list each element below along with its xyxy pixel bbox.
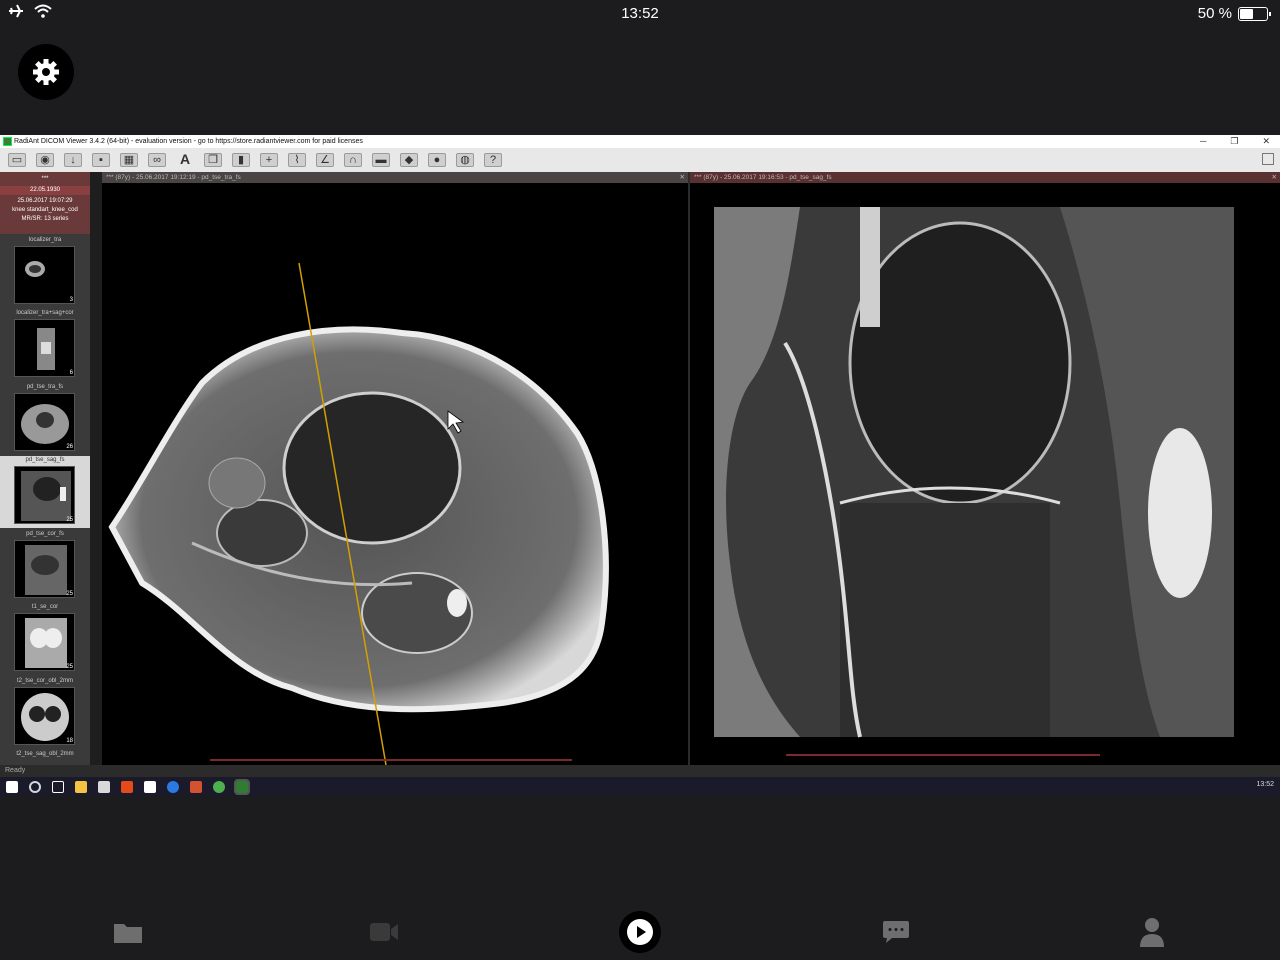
folder-icon <box>114 924 142 943</box>
chat-icon <box>883 921 909 943</box>
fusion-icon[interactable]: ◍ <box>456 153 474 167</box>
copy-icon[interactable]: ❐ <box>204 153 222 167</box>
patient-info: *** 22.05.1930 25.06.2017 19:07:29 knee … <box>0 172 90 234</box>
video-icon <box>370 923 398 941</box>
screen: 13:52 50 % RadiAnt DICOM Viewer 3.4.2 (6… <box>0 0 1280 960</box>
tab-bar <box>0 900 1280 960</box>
layout-icon[interactable]: ▦ <box>120 153 138 167</box>
export-icon[interactable]: ▬ <box>372 153 390 167</box>
series-thumbnail <box>14 393 75 451</box>
status-time: 13:52 <box>621 5 659 22</box>
viewport-header: *** (87y) - 25.06.2017 19:12:19 - pd_tse… <box>102 172 688 183</box>
remote-desktop[interactable]: RadiAnt DICOM Viewer 3.4.2 (64-bit) - ev… <box>0 135 1280 796</box>
maximize-button[interactable]: ❐ <box>1230 135 1238 148</box>
cube-icon[interactable]: ◆ <box>400 153 418 167</box>
series-sidebar: *** 22.05.1930 25.06.2017 19:07:29 knee … <box>0 172 90 772</box>
series-thumbnail <box>14 613 75 671</box>
patient-name: *** <box>41 176 49 182</box>
series-thumbnail <box>14 246 75 304</box>
status-bar: 13:52 50 % <box>0 0 1280 28</box>
filter-icon[interactable]: ∩ <box>344 153 362 167</box>
radiant-app-icon <box>3 137 12 146</box>
store-icon[interactable] <box>98 780 110 793</box>
series-item[interactable]: pd_tse_tra_fs 26 <box>0 383 90 455</box>
series-thumbnail <box>14 466 75 524</box>
series-item[interactable]: pd_tse_cor_fs 25 <box>0 530 90 602</box>
task-view-icon[interactable] <box>52 780 64 793</box>
study-description: knee standart_knee_cod <box>12 207 78 213</box>
settings-button[interactable] <box>18 44 74 100</box>
windows-taskbar: 13:52 <box>0 777 1280 796</box>
fullscreen-icon[interactable] <box>1262 153 1274 165</box>
help-icon[interactable]: ? <box>484 153 502 167</box>
document-icon[interactable] <box>144 780 156 793</box>
battery-percent: 50 % <box>1197 5 1232 22</box>
cd-icon[interactable]: ◉ <box>36 153 54 167</box>
sidebar-scrollbar[interactable] <box>90 172 102 772</box>
window-title: RadiAnt DICOM Viewer 3.4.2 (64-bit) - ev… <box>14 138 363 145</box>
close-button[interactable]: ✕ <box>1262 135 1270 148</box>
viewport-header: *** (87y) - 25.06.2017 19:16:53 - pd_tse… <box>690 172 1280 183</box>
study-date: 25.06.2017 19:07:29 <box>17 198 73 204</box>
profile-icon <box>1140 918 1164 947</box>
series-item[interactable]: t2_tse_cor_obl_2mm 18 <box>0 677 90 749</box>
series-item[interactable]: t1_se_cor 25 <box>0 603 90 675</box>
tab-play[interactable] <box>618 910 662 954</box>
viewport-close-button[interactable]: ✕ <box>680 172 685 183</box>
tab-video[interactable] <box>364 914 404 950</box>
ruler-icon[interactable]: ⌇ <box>288 153 306 167</box>
text-icon[interactable]: A <box>176 152 194 167</box>
file-explorer-icon[interactable] <box>75 780 87 793</box>
minimize-button[interactable]: ─ <box>1200 135 1206 148</box>
viewport-close-button[interactable]: ✕ <box>1272 172 1277 183</box>
save-icon[interactable]: ▪ <box>92 153 110 167</box>
mri-sagittal-image <box>714 207 1234 756</box>
series-item[interactable]: localizer_tra+sag+cor 6 <box>0 309 90 381</box>
taskbar-clock: 13:52 <box>1256 781 1274 788</box>
radiant-taskbar-icon[interactable] <box>234 778 250 795</box>
series-item[interactable]: localizer_tra 3 <box>0 236 90 308</box>
toolbar: ▭ ◉ ↓ ▪ ▦ ∞ A ❐ ▮ + ⌇ ∠ ∩ ▬ ◆ ● ◍ ? <box>0 148 1280 172</box>
color-icon[interactable]: ● <box>428 153 446 167</box>
tab-chat[interactable] <box>876 914 916 950</box>
status-line: Ready <box>0 765 1280 777</box>
series-item-active[interactable]: pd_tse_sag_fs 25 <box>0 456 90 528</box>
window-titlebar: RadiAnt DICOM Viewer 3.4.2 (64-bit) - ev… <box>0 135 1280 148</box>
powerpoint-icon[interactable] <box>190 780 202 793</box>
windows-start-icon[interactable] <box>6 780 18 793</box>
battery-icon <box>1238 6 1271 21</box>
series-thumbnail <box>14 319 75 377</box>
viewport-sagittal[interactable]: *** (87y) - 25.06.2017 19:16:53 - pd_tse… <box>690 172 1280 765</box>
play-icon <box>627 919 653 945</box>
series-thumbnail <box>14 540 75 598</box>
edge-icon[interactable] <box>167 780 179 793</box>
patient-dob: 22.05.1930 <box>0 186 90 195</box>
chrome-icon[interactable] <box>213 780 225 793</box>
pdf-icon[interactable] <box>121 780 133 793</box>
tab-files[interactable] <box>108 914 148 950</box>
sync-icon[interactable]: ▮ <box>232 153 250 167</box>
gear-icon <box>33 59 59 85</box>
link-icon[interactable]: ∞ <box>148 153 166 167</box>
tab-profile[interactable] <box>1132 914 1172 950</box>
angle-icon[interactable]: ∠ <box>316 153 334 167</box>
download-icon[interactable]: ↓ <box>64 153 82 167</box>
viewport-axial[interactable]: *** (87y) - 25.06.2017 19:12:19 - pd_tse… <box>102 172 688 766</box>
open-icon[interactable]: ▭ <box>8 153 26 167</box>
series-thumbnail <box>14 687 75 745</box>
mri-axial-image <box>108 262 609 766</box>
crosshair-icon[interactable]: + <box>260 153 278 167</box>
study-modality: MR/SR: 13 series <box>21 216 69 222</box>
search-icon[interactable] <box>29 780 41 793</box>
